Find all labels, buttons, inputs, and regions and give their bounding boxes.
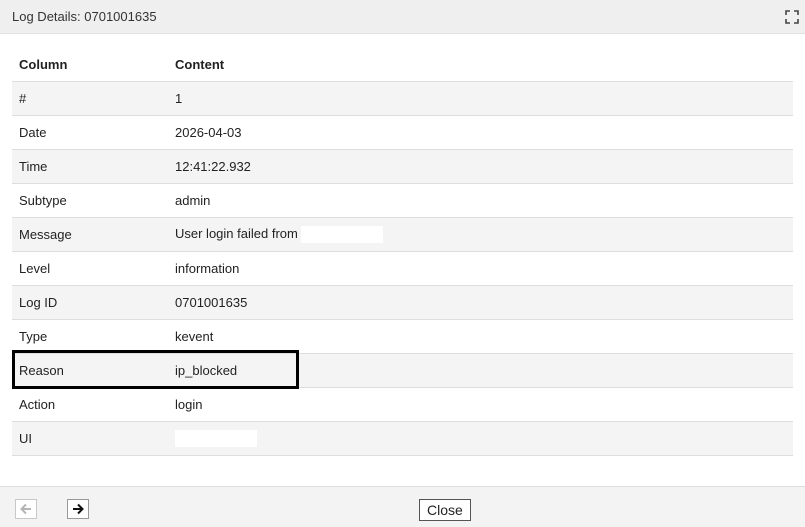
row-column-name: Reason [12,353,168,388]
redacted-ui-block [175,430,257,448]
row-column-name: Action [12,387,168,422]
column-header-content: Content [168,48,793,82]
table-row: Date 2026-04-03 [12,115,793,150]
row-content: 1 [168,81,793,116]
title-bar: Log Details: 0701001635 [0,0,805,34]
row-content: kevent [168,319,793,354]
log-details-dialog: Log Details: 0701001635 Column Content #… [0,0,805,527]
log-details-table: Column Content # 1 Date 2026-04-03 Time … [12,48,793,456]
dialog-footer: Close [0,486,805,527]
row-content: login [168,387,793,422]
dialog-title: Log Details: 0701001635 [12,9,157,24]
table-row: Action login [12,387,793,422]
column-header-column: Column [12,48,168,82]
row-column-name: UI [12,421,168,456]
table-row: Log ID 0701001635 [12,285,793,320]
row-column-name: Date [12,115,168,150]
row-column-name: Level [12,251,168,286]
row-column-name: Log ID [12,285,168,320]
row-content: admin [168,183,793,218]
row-content: 0701001635 [168,285,793,320]
row-content: ip_blocked [168,353,793,388]
table-row: Subtype admin [12,183,793,218]
row-column-name: Type [12,319,168,354]
redacted-ip-block [300,226,383,244]
table-header-row: Column Content [12,48,793,82]
log-details-table-container: Column Content # 1 Date 2026-04-03 Time … [12,48,793,456]
table-row: Time 12:41:22.932 [12,149,793,184]
row-column-name: # [12,81,168,116]
row-column-name: Subtype [12,183,168,218]
arrow-left-icon [20,503,31,515]
close-button[interactable]: Close [419,499,471,521]
table-row: Type kevent [12,319,793,354]
row-content: 12:41:22.932 [168,149,793,184]
table-row: Message User login failed from [12,217,793,252]
previous-log-button[interactable] [15,499,37,519]
table-row: # 1 [12,81,793,116]
row-column-name: Time [12,149,168,184]
row-column-name: Message [12,217,168,252]
row-content: information [168,251,793,286]
arrow-right-icon [73,503,84,515]
next-log-button[interactable] [67,499,89,519]
row-content: 2026-04-03 [168,115,793,150]
maximize-icon[interactable] [785,10,799,24]
table-row: UI [12,421,793,456]
table-row-reason: Reason ip_blocked [12,353,793,388]
row-content-message: User login failed from [168,217,793,252]
table-row: Level information [12,251,793,286]
message-text: User login failed from [175,225,298,241]
row-content-ui [168,421,793,456]
